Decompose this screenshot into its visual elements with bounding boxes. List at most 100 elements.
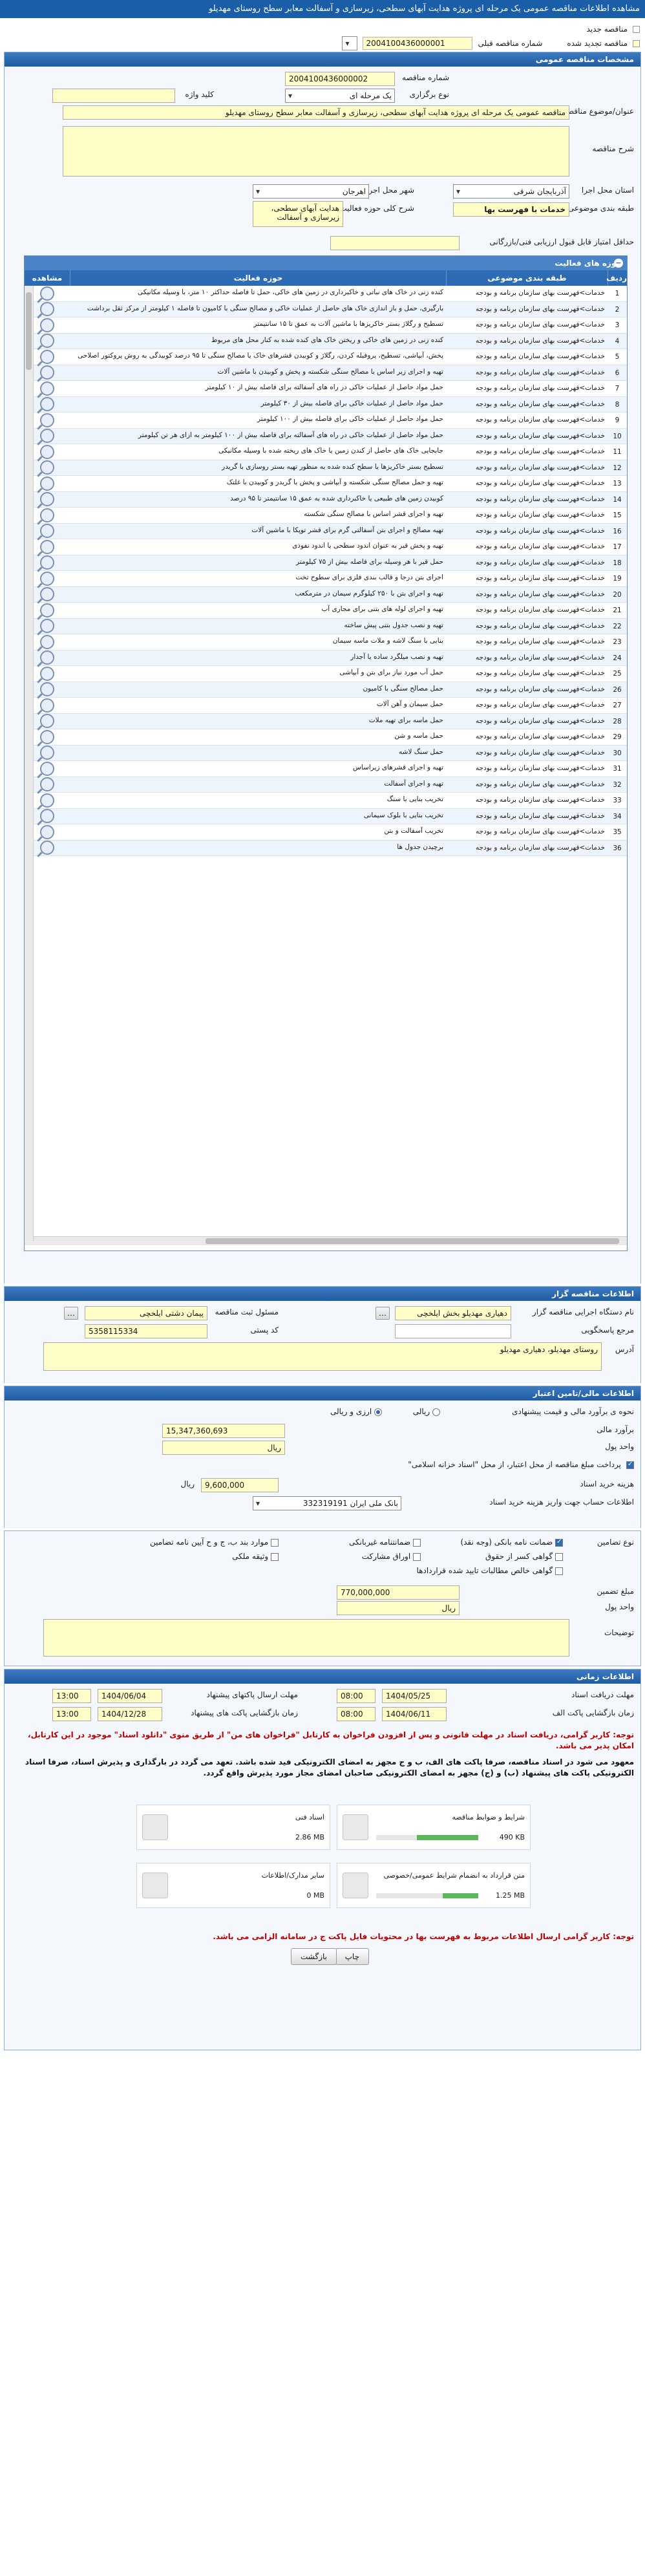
- estimate-amount-field[interactable]: 15,347,360,693: [162, 1424, 285, 1438]
- responsible-field[interactable]: پیمان دشتی ایلخچی: [85, 1306, 207, 1320]
- magnifier-icon[interactable]: [40, 413, 54, 427]
- grid-collapse-icon[interactable]: −: [614, 259, 623, 268]
- submit-end-time[interactable]: 13:00: [52, 1707, 91, 1721]
- submit-end-date[interactable]: 1404/12/28: [98, 1707, 162, 1721]
- file-card-contract[interactable]: متن قرارداد به انضمام شرایط عمومی/خصوصی …: [337, 1863, 531, 1908]
- guarantee-type4[interactable]: گواهی کسر از حقوق: [485, 1552, 563, 1561]
- file-card-other[interactable]: سایر مدارک/اطلاعات 0 MB: [136, 1863, 330, 1908]
- magnifier-icon[interactable]: [40, 334, 54, 349]
- grid-horizontal-scrollbar[interactable]: [25, 1236, 627, 1245]
- subject-label: عنوان/موضوع مناقصه: [563, 107, 634, 116]
- magnifier-icon[interactable]: [40, 286, 54, 301]
- magnifier-icon[interactable]: [40, 729, 54, 744]
- org-field[interactable]: دهیاری مهدیلو بخش ایلخچی: [395, 1306, 511, 1320]
- magnifier-icon[interactable]: [40, 603, 54, 617]
- magnifier-icon[interactable]: [40, 746, 54, 760]
- keyword-field[interactable]: [52, 89, 175, 103]
- guarantee-currency-field[interactable]: ریال: [337, 1601, 460, 1615]
- min-score-field[interactable]: [330, 236, 460, 250]
- magnifier-icon[interactable]: [40, 571, 54, 586]
- responsible-lookup-button[interactable]: …: [64, 1307, 78, 1320]
- open-time[interactable]: 08:00: [337, 1707, 375, 1721]
- category-field[interactable]: خدمات با فهرست بها: [453, 202, 569, 217]
- magnifier-icon[interactable]: [40, 381, 54, 396]
- tender-number-field[interactable]: 2004100436000002: [285, 72, 395, 86]
- guarantee-type7[interactable]: گواهی خالص مطالبات تایید شده قراردادها: [417, 1566, 563, 1575]
- guarantee-type1[interactable]: ضمانت نامه بانکی (وجه نقد): [460, 1538, 563, 1547]
- row-number: 5: [615, 353, 620, 361]
- row-category: خدمات>فهرست بهای سازمان برنامه و بودجه: [475, 843, 605, 852]
- receive-start-time[interactable]: 08:00: [337, 1689, 375, 1703]
- print-button[interactable]: چاپ: [335, 1948, 369, 1965]
- magnifier-icon[interactable]: [40, 492, 54, 507]
- magnifier-icon[interactable]: [40, 476, 54, 491]
- magnifier-icon[interactable]: [40, 650, 54, 665]
- magnifier-icon[interactable]: [40, 619, 54, 634]
- org-lookup-button[interactable]: …: [375, 1307, 390, 1320]
- file-card-terms[interactable]: شرایط و ضوابط مناقصه 490 KB: [337, 1805, 531, 1850]
- magnifier-icon[interactable]: [40, 682, 54, 697]
- type-select[interactable]: یک مرحله ای: [285, 89, 395, 103]
- doc-fee-field[interactable]: 9,600,000: [201, 1478, 279, 1492]
- magnifier-icon[interactable]: [40, 365, 54, 380]
- city-select[interactable]: اهرجان: [253, 184, 369, 199]
- guarantee-type5[interactable]: اوراق مشارکت: [362, 1552, 421, 1561]
- row-number: 27: [613, 702, 622, 709]
- magnifier-icon[interactable]: [40, 761, 54, 776]
- prev-number-dropdown[interactable]: [342, 36, 358, 50]
- subject-field[interactable]: مناقصه عمومی یک مرحله ای پروژه هدایت آبه…: [63, 105, 569, 120]
- row-number: 7: [615, 385, 620, 392]
- province-select[interactable]: آذربایجان شرقی: [453, 184, 569, 199]
- magnifier-icon[interactable]: [40, 302, 54, 317]
- estimate-type-foreign-option[interactable]: ارزی و ریالی: [330, 1407, 382, 1416]
- receive-end-time[interactable]: 13:00: [52, 1689, 91, 1703]
- row-description: تخریب آسفالت و بتن: [384, 827, 443, 835]
- note-pricelist: توجه: کاربر گرامی ارسال اطلاعات مربوط به…: [213, 1932, 634, 1941]
- account-select[interactable]: بانک ملی ایران 332319191: [253, 1496, 401, 1510]
- magnifier-icon[interactable]: [40, 317, 54, 332]
- magnifier-icon[interactable]: [40, 349, 54, 364]
- currency-field[interactable]: ریال: [162, 1441, 285, 1455]
- guarantee-amount-field[interactable]: 770,000,000: [337, 1585, 460, 1600]
- magnifier-icon[interactable]: [40, 555, 54, 570]
- guarantee-type3[interactable]: موارد بند ب، ج و ح آیین نامه تضامین: [150, 1538, 279, 1547]
- quality-field[interactable]: هدایت آبهای سطحی، زیرسازی و آسفالت: [253, 201, 343, 227]
- magnifier-icon[interactable]: [40, 793, 54, 808]
- magnifier-icon[interactable]: [40, 508, 54, 522]
- prev-number-field[interactable]: 2004100436000001: [363, 37, 473, 50]
- magnifier-icon[interactable]: [40, 634, 54, 649]
- magnifier-icon[interactable]: [40, 841, 54, 855]
- description-field[interactable]: [63, 126, 569, 177]
- magnifier-icon[interactable]: [40, 460, 54, 475]
- file-card-technical[interactable]: اسناد فنی 2.86 MB: [136, 1805, 330, 1850]
- estimate-type-rial-option[interactable]: ریالی: [413, 1407, 440, 1416]
- postal-field[interactable]: 5358115334: [85, 1324, 207, 1338]
- guarantee-type2[interactable]: ضمانتنامه غیربانکی: [349, 1538, 421, 1547]
- back-button[interactable]: بازگشت: [291, 1948, 337, 1965]
- guarantee-type6[interactable]: وثیقه ملکی: [232, 1552, 279, 1561]
- magnifier-icon[interactable]: [40, 587, 54, 602]
- receive-end-date[interactable]: 1404/06/04: [98, 1689, 162, 1703]
- keyword-label: کلید واژه: [185, 90, 214, 99]
- guarantee-notes-field[interactable]: [43, 1619, 569, 1657]
- magnifier-icon[interactable]: [40, 824, 54, 839]
- row-category: خدمات>فهرست بهای سازمان برنامه و بودجه: [475, 828, 605, 835]
- grid-vertical-scrollbar[interactable]: [25, 286, 34, 1241]
- magnifier-icon[interactable]: [40, 524, 54, 539]
- magnifier-icon[interactable]: [40, 429, 54, 444]
- magnifier-icon[interactable]: [40, 809, 54, 824]
- table-row: 25 خدمات>فهرست بهای سازمان برنامه و بودجه…: [25, 666, 627, 682]
- open-date[interactable]: 1404/06/11: [382, 1707, 447, 1721]
- magnifier-icon[interactable]: [40, 698, 54, 713]
- row-category: خدمات>فهرست بهای سازمان برنامه و بودجه: [475, 558, 605, 566]
- magnifier-icon[interactable]: [40, 666, 54, 681]
- receive-start-date[interactable]: 1404/05/25: [382, 1689, 447, 1703]
- magnifier-icon[interactable]: [40, 714, 54, 729]
- magnifier-icon[interactable]: [40, 444, 54, 459]
- address-field[interactable]: روستای مهدیلو، دهیاری مهدیلو: [43, 1342, 602, 1371]
- magnifier-icon[interactable]: [40, 539, 54, 554]
- magnifier-icon[interactable]: [40, 397, 54, 412]
- budget-checkbox[interactable]: [626, 1460, 634, 1469]
- ref-field[interactable]: [395, 1324, 511, 1338]
- magnifier-icon[interactable]: [40, 777, 54, 792]
